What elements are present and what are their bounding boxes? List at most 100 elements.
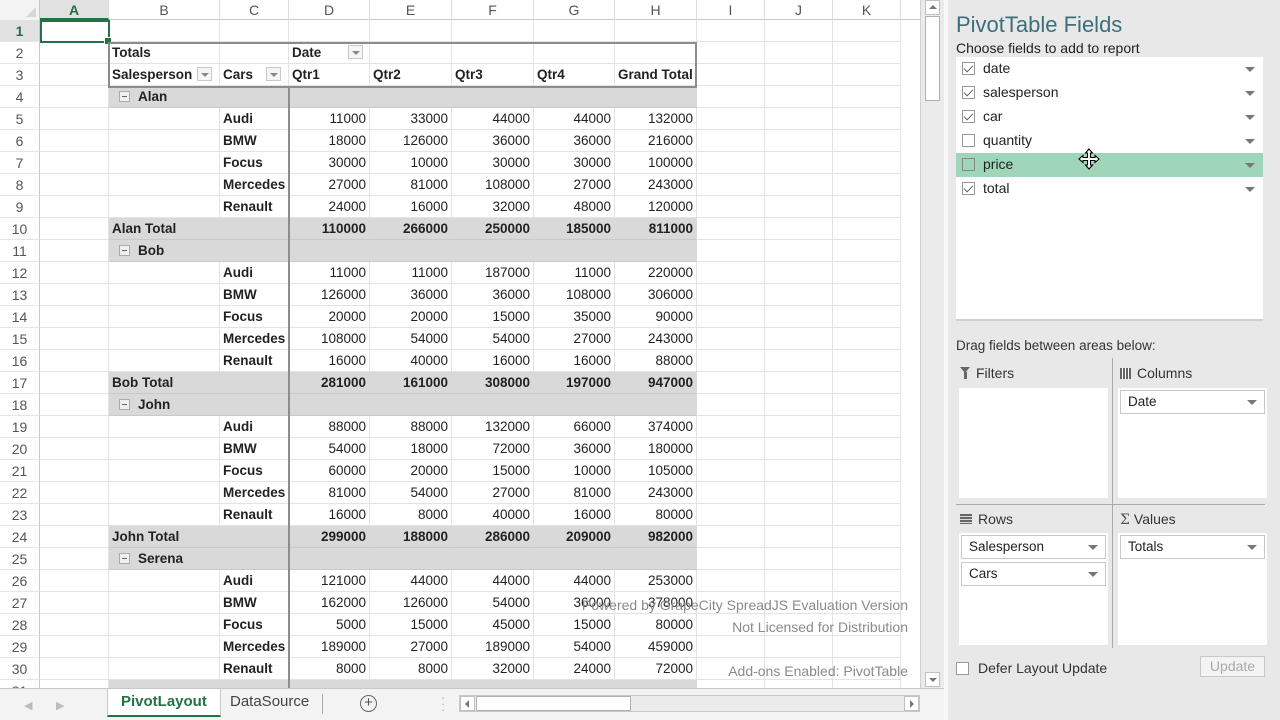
chevron-down-icon[interactable] <box>1247 400 1257 405</box>
pivot-value-cell[interactable]: 54000 <box>370 482 452 504</box>
pivot-value-cell[interactable]: 35000 <box>534 306 615 328</box>
pivot-car-label[interactable]: BMW <box>220 438 289 460</box>
pivot-value-cell[interactable]: 66000 <box>534 416 615 438</box>
pivot-value-cell[interactable]: 20000 <box>370 460 452 482</box>
grid-cell[interactable] <box>697 570 765 592</box>
row-header[interactable]: 26 <box>0 570 40 592</box>
pivot-value-cell[interactable]: 54000 <box>289 438 370 460</box>
grid-cell[interactable] <box>40 526 109 548</box>
row-header[interactable]: 23 <box>0 504 40 526</box>
grid-cell[interactable] <box>833 570 901 592</box>
row-header[interactable]: 10 <box>0 218 40 240</box>
pivot-row-field-cars[interactable]: Cars <box>220 64 289 86</box>
pivot-group-total-cell[interactable]: 188000 <box>370 526 452 548</box>
pivot-column-header[interactable]: Qtr3 <box>452 64 534 86</box>
grid-cell[interactable] <box>765 592 833 614</box>
grid-cell[interactable] <box>109 416 220 438</box>
grid-cell[interactable] <box>833 526 901 548</box>
pivot-value-cell[interactable]: 180000 <box>615 438 697 460</box>
grid-cell[interactable] <box>833 218 901 240</box>
grid-cell[interactable] <box>40 174 109 196</box>
grid-cell[interactable] <box>40 64 109 86</box>
grid-cell[interactable] <box>833 614 901 636</box>
pivot-group-header-fill[interactable] <box>289 240 697 262</box>
column-header-b[interactable]: B <box>109 0 220 20</box>
pivot-value-cell[interactable]: 30000 <box>289 152 370 174</box>
grid-cell[interactable] <box>109 108 220 130</box>
chevron-down-icon[interactable] <box>1247 545 1257 550</box>
grid-cell[interactable] <box>40 372 109 394</box>
filter-dropdown-icon[interactable] <box>266 67 281 81</box>
field-checkbox[interactable] <box>962 182 975 195</box>
sheet-tab-datasource[interactable]: DataSource <box>217 689 322 717</box>
row-header[interactable]: 19 <box>0 416 40 438</box>
pivot-value-cell[interactable]: 10000 <box>370 152 452 174</box>
grid-cell[interactable] <box>765 240 833 262</box>
grid-cell[interactable] <box>697 262 765 284</box>
grid-cell[interactable] <box>697 284 765 306</box>
pivot-car-label[interactable]: BMW <box>220 592 289 614</box>
pivot-value-cell[interactable]: 108000 <box>534 284 615 306</box>
pivot-value-cell[interactable]: 88000 <box>370 416 452 438</box>
pivot-group-header[interactable]: Bob <box>109 240 289 262</box>
grid-cell[interactable] <box>765 394 833 416</box>
filter-dropdown-icon[interactable] <box>197 67 212 81</box>
pivot-value-cell[interactable]: 54000 <box>370 328 452 350</box>
grid-cell[interactable] <box>833 20 901 42</box>
grid-cell[interactable] <box>765 306 833 328</box>
grid-cell[interactable] <box>833 306 901 328</box>
pivot-value-cell[interactable]: 20000 <box>370 306 452 328</box>
pivot-car-label[interactable]: Audi <box>220 570 289 592</box>
column-header-k[interactable]: K <box>833 0 901 20</box>
pivot-value-cell[interactable]: 306000 <box>615 284 697 306</box>
grid-cell[interactable] <box>765 86 833 108</box>
pivot-value-cell[interactable]: 16000 <box>370 196 452 218</box>
pivot-value-cell[interactable]: 15000 <box>452 460 534 482</box>
pivot-value-cell[interactable]: 11000 <box>289 262 370 284</box>
pivot-value-cell[interactable]: 8000 <box>370 504 452 526</box>
pivot-value-cell[interactable]: 253000 <box>615 570 697 592</box>
row-header[interactable]: 18 <box>0 394 40 416</box>
grid-cell[interactable] <box>697 636 765 658</box>
grid-cell[interactable] <box>109 130 220 152</box>
grid-cell[interactable] <box>833 438 901 460</box>
pivot-group-total-cell[interactable]: 811000 <box>615 218 697 240</box>
grid-cell[interactable] <box>697 20 765 42</box>
grid-cell[interactable] <box>109 284 220 306</box>
pivot-car-label[interactable]: Mercedes <box>220 482 289 504</box>
row-header[interactable]: 9 <box>0 196 40 218</box>
collapse-icon[interactable] <box>119 91 130 102</box>
pivot-group-header[interactable]: Serena <box>109 548 289 570</box>
pivot-value-cell[interactable]: 30000 <box>534 152 615 174</box>
grid-cell[interactable] <box>697 130 765 152</box>
grid-cell[interactable] <box>697 592 765 614</box>
pivot-value-cell[interactable]: 15000 <box>452 306 534 328</box>
grid-cell[interactable] <box>765 152 833 174</box>
grid-cell[interactable] <box>109 482 220 504</box>
row-header[interactable]: 29 <box>0 636 40 658</box>
field-checkbox[interactable] <box>962 158 975 171</box>
grid-cell[interactable] <box>109 460 220 482</box>
grid-cell[interactable] <box>109 306 220 328</box>
pivot-car-label[interactable]: Focus <box>220 152 289 174</box>
pivot-value-cell[interactable]: 15000 <box>534 614 615 636</box>
pivot-value-cell[interactable]: 189000 <box>289 636 370 658</box>
defer-layout-update[interactable]: Defer Layout Update <box>956 660 1107 676</box>
grid-cell[interactable] <box>40 570 109 592</box>
pivot-group-total-cell[interactable]: 281000 <box>289 372 370 394</box>
row-header[interactable]: 14 <box>0 306 40 328</box>
grid-cell[interactable] <box>765 196 833 218</box>
row-header[interactable]: 6 <box>0 130 40 152</box>
pivot-car-label[interactable]: BMW <box>220 130 289 152</box>
grid-cell[interactable] <box>40 350 109 372</box>
spreadsheet-grid[interactable]: ABCDEFGHIJK 1 2 3 4 5 6 7 8 9 10 11 12 13 14 15 16 17 18 1… <box>0 0 920 688</box>
grid-cell[interactable] <box>697 42 765 64</box>
grid-cell[interactable] <box>40 460 109 482</box>
pivot-value-cell[interactable]: 126000 <box>289 284 370 306</box>
pivot-value-cell[interactable]: 80000 <box>615 504 697 526</box>
pivot-value-cell[interactable]: 10000 <box>534 460 615 482</box>
row-header[interactable]: 30 <box>0 658 40 680</box>
grid-cell[interactable] <box>765 262 833 284</box>
pivot-car-label[interactable]: Focus <box>220 614 289 636</box>
pivot-value-cell[interactable]: 36000 <box>452 130 534 152</box>
